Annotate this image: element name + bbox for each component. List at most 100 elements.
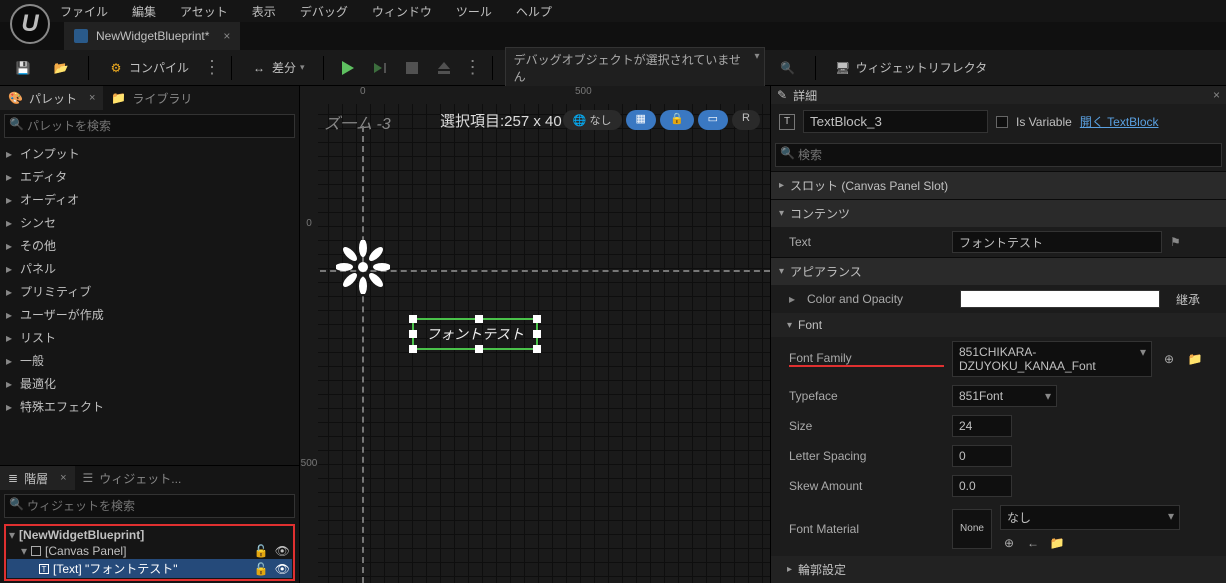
library-tab[interactable]: 📁 ライブラリ (103, 86, 200, 110)
section-appearance[interactable]: アピアランス (771, 258, 1226, 285)
details-icon: ✎ (777, 88, 787, 102)
ruler-top: 0 500 (300, 86, 770, 104)
details-search (775, 143, 1222, 167)
section-outline[interactable]: 輪郭設定 (771, 556, 1226, 583)
browse-icon[interactable]: ⊕ (1000, 534, 1018, 552)
palette-category[interactable]: エディタ (0, 165, 299, 188)
palette-category[interactable]: インプット (0, 142, 299, 165)
palette-category[interactable]: オーディオ (0, 188, 299, 211)
menu-view[interactable]: 表示 (252, 3, 276, 20)
object-name-input[interactable] (803, 110, 988, 133)
material-combo[interactable]: なし (1000, 505, 1180, 530)
prop-typeface: Typeface 851Font (771, 381, 1226, 411)
palette-category[interactable]: リスト (0, 326, 299, 349)
palette-category[interactable]: シンセ (0, 211, 299, 234)
lock-toggle[interactable]: 🔒 (660, 110, 694, 130)
menu-edit[interactable]: 編集 (132, 3, 156, 20)
lang-button[interactable]: 🌐 なし (563, 110, 622, 130)
outline-toggle[interactable]: ▭ (698, 110, 728, 130)
details-search-input[interactable] (775, 143, 1222, 167)
details-panel: ✎ 詳細 × T Is Variable 開く TextBlock スロット (… (770, 86, 1226, 583)
anchor-gizmo[interactable] (336, 240, 390, 294)
palette-category[interactable]: パネル (0, 257, 299, 280)
material-thumb[interactable]: None (952, 509, 992, 549)
eye-icon[interactable]: 👁 (275, 544, 290, 558)
skew-input[interactable] (952, 475, 1012, 497)
text-widget-label: フォントテスト (426, 326, 524, 342)
palette-category[interactable]: 最適化 (0, 372, 299, 395)
browse-asset-icon[interactable]: ⊕ (1160, 350, 1178, 368)
palette-tabs: 🎨 パレット × 📁 ライブラリ (0, 86, 299, 110)
widget-tab[interactable]: ☰ ウィジェット... (75, 466, 190, 490)
menu-window[interactable]: ウィンドウ (372, 3, 432, 20)
palette-category[interactable]: 特殊エフェクト (0, 395, 299, 418)
palette-tab[interactable]: 🎨 パレット × (0, 86, 103, 110)
save-button[interactable]: 💾 (8, 55, 38, 81)
letter-spacing-input[interactable] (952, 445, 1012, 467)
inherit-label: 継承 (1176, 291, 1200, 308)
menu-file[interactable]: ファイル (60, 3, 108, 20)
size-input[interactable] (952, 415, 1012, 437)
palette-search (4, 114, 295, 138)
document-tab[interactable]: NewWidgetBlueprint* × (64, 22, 240, 50)
text-widget[interactable]: フォントテスト (412, 318, 538, 350)
section-content[interactable]: コンテンツ (771, 200, 1226, 227)
menu-help[interactable]: ヘルプ (516, 3, 552, 20)
hierarchy-search-input[interactable] (4, 494, 295, 518)
find-asset-icon[interactable]: 📁 (1186, 350, 1204, 368)
menu-tools[interactable]: ツール (456, 3, 492, 20)
menu-asset[interactable]: アセット (180, 3, 228, 20)
hierarchy-root[interactable]: ▾[NewWidgetBlueprint] (7, 527, 292, 543)
widget-reflector-button[interactable]: 🖥 ウィジェットリフレクタ (828, 55, 994, 81)
eject-icon (438, 62, 450, 74)
prop-letter-spacing-label: Letter Spacing (789, 449, 944, 463)
debug-object-combo[interactable]: デバッグオブジェクトが選択されていません (505, 47, 765, 89)
unreal-logo[interactable]: U (10, 4, 50, 44)
palette-category[interactable]: 一般 (0, 349, 299, 372)
section-font[interactable]: Font (771, 313, 1226, 337)
compile-label: コンパイル (129, 59, 189, 76)
hierarchy-text-selected[interactable]: T [Text] "フォントテスト" 🔓👁 (7, 559, 292, 578)
compile-button[interactable]: ⚙ コンパイル (101, 55, 195, 81)
palette-category[interactable]: その他 (0, 234, 299, 257)
palette-category[interactable]: ユーザーが作成 (0, 303, 299, 326)
step-button[interactable] (368, 59, 392, 77)
viewport[interactable]: 0 500 0 500 ズ一ム -3 選択項目:257 x 40 🌐 なし ▦ … (300, 86, 770, 583)
close-palette-icon[interactable]: × (89, 92, 95, 104)
object-row: T Is Variable 開く TextBlock (771, 104, 1226, 139)
palette-category[interactable]: プリミティブ (0, 280, 299, 303)
localize-icon[interactable]: ⚑ (1170, 235, 1184, 249)
widget-bp-icon (74, 29, 88, 43)
stop-button[interactable] (400, 58, 424, 78)
typeface-combo[interactable]: 851Font (952, 385, 1057, 407)
play-button[interactable] (336, 57, 360, 79)
find-button[interactable]: 🔍 (773, 55, 803, 81)
diff-button[interactable]: ↔ 差分 ▾ (244, 55, 311, 81)
color-swatch[interactable] (960, 290, 1160, 308)
lock-icon[interactable]: 🔓 (254, 544, 269, 558)
font-family-combo[interactable]: 851CHIKARA-DZUYOKU_KANAA_Font (952, 341, 1152, 377)
compile-options[interactable]: ⋮ (203, 57, 219, 78)
hierarchy-tab[interactable]: ≣ 階層 × (0, 466, 75, 490)
eye-icon[interactable]: 👁 (275, 562, 290, 576)
browse-button[interactable]: 📂 (46, 55, 76, 81)
lock-icon[interactable]: 🔓 (254, 562, 269, 576)
close-details-icon[interactable]: × (1213, 88, 1220, 102)
use-icon[interactable]: ← (1024, 534, 1042, 552)
eject-button[interactable] (432, 58, 456, 78)
monitor-icon: 🖥 (834, 59, 852, 77)
close-tab-icon[interactable]: × (223, 29, 230, 43)
palette-search-input[interactable] (4, 114, 295, 138)
prop-text-input[interactable] (952, 231, 1162, 253)
close-hierarchy-icon[interactable]: × (60, 472, 66, 484)
open-textblock-link[interactable]: 開く TextBlock (1080, 113, 1159, 130)
is-variable-checkbox[interactable] (996, 116, 1008, 128)
menu-debug[interactable]: デバッグ (300, 3, 348, 20)
find-icon[interactable]: 📁 (1048, 534, 1066, 552)
palette-tab-label: パレット (29, 90, 77, 107)
section-slot[interactable]: スロット (Canvas Panel Slot) (771, 172, 1226, 199)
play-options[interactable]: ⋮ (464, 57, 480, 78)
grid-toggle[interactable]: ▦ (626, 110, 656, 130)
hierarchy-canvas[interactable]: ▾ [Canvas Panel] 🔓👁 (7, 543, 292, 559)
r-button[interactable]: R (732, 110, 760, 130)
